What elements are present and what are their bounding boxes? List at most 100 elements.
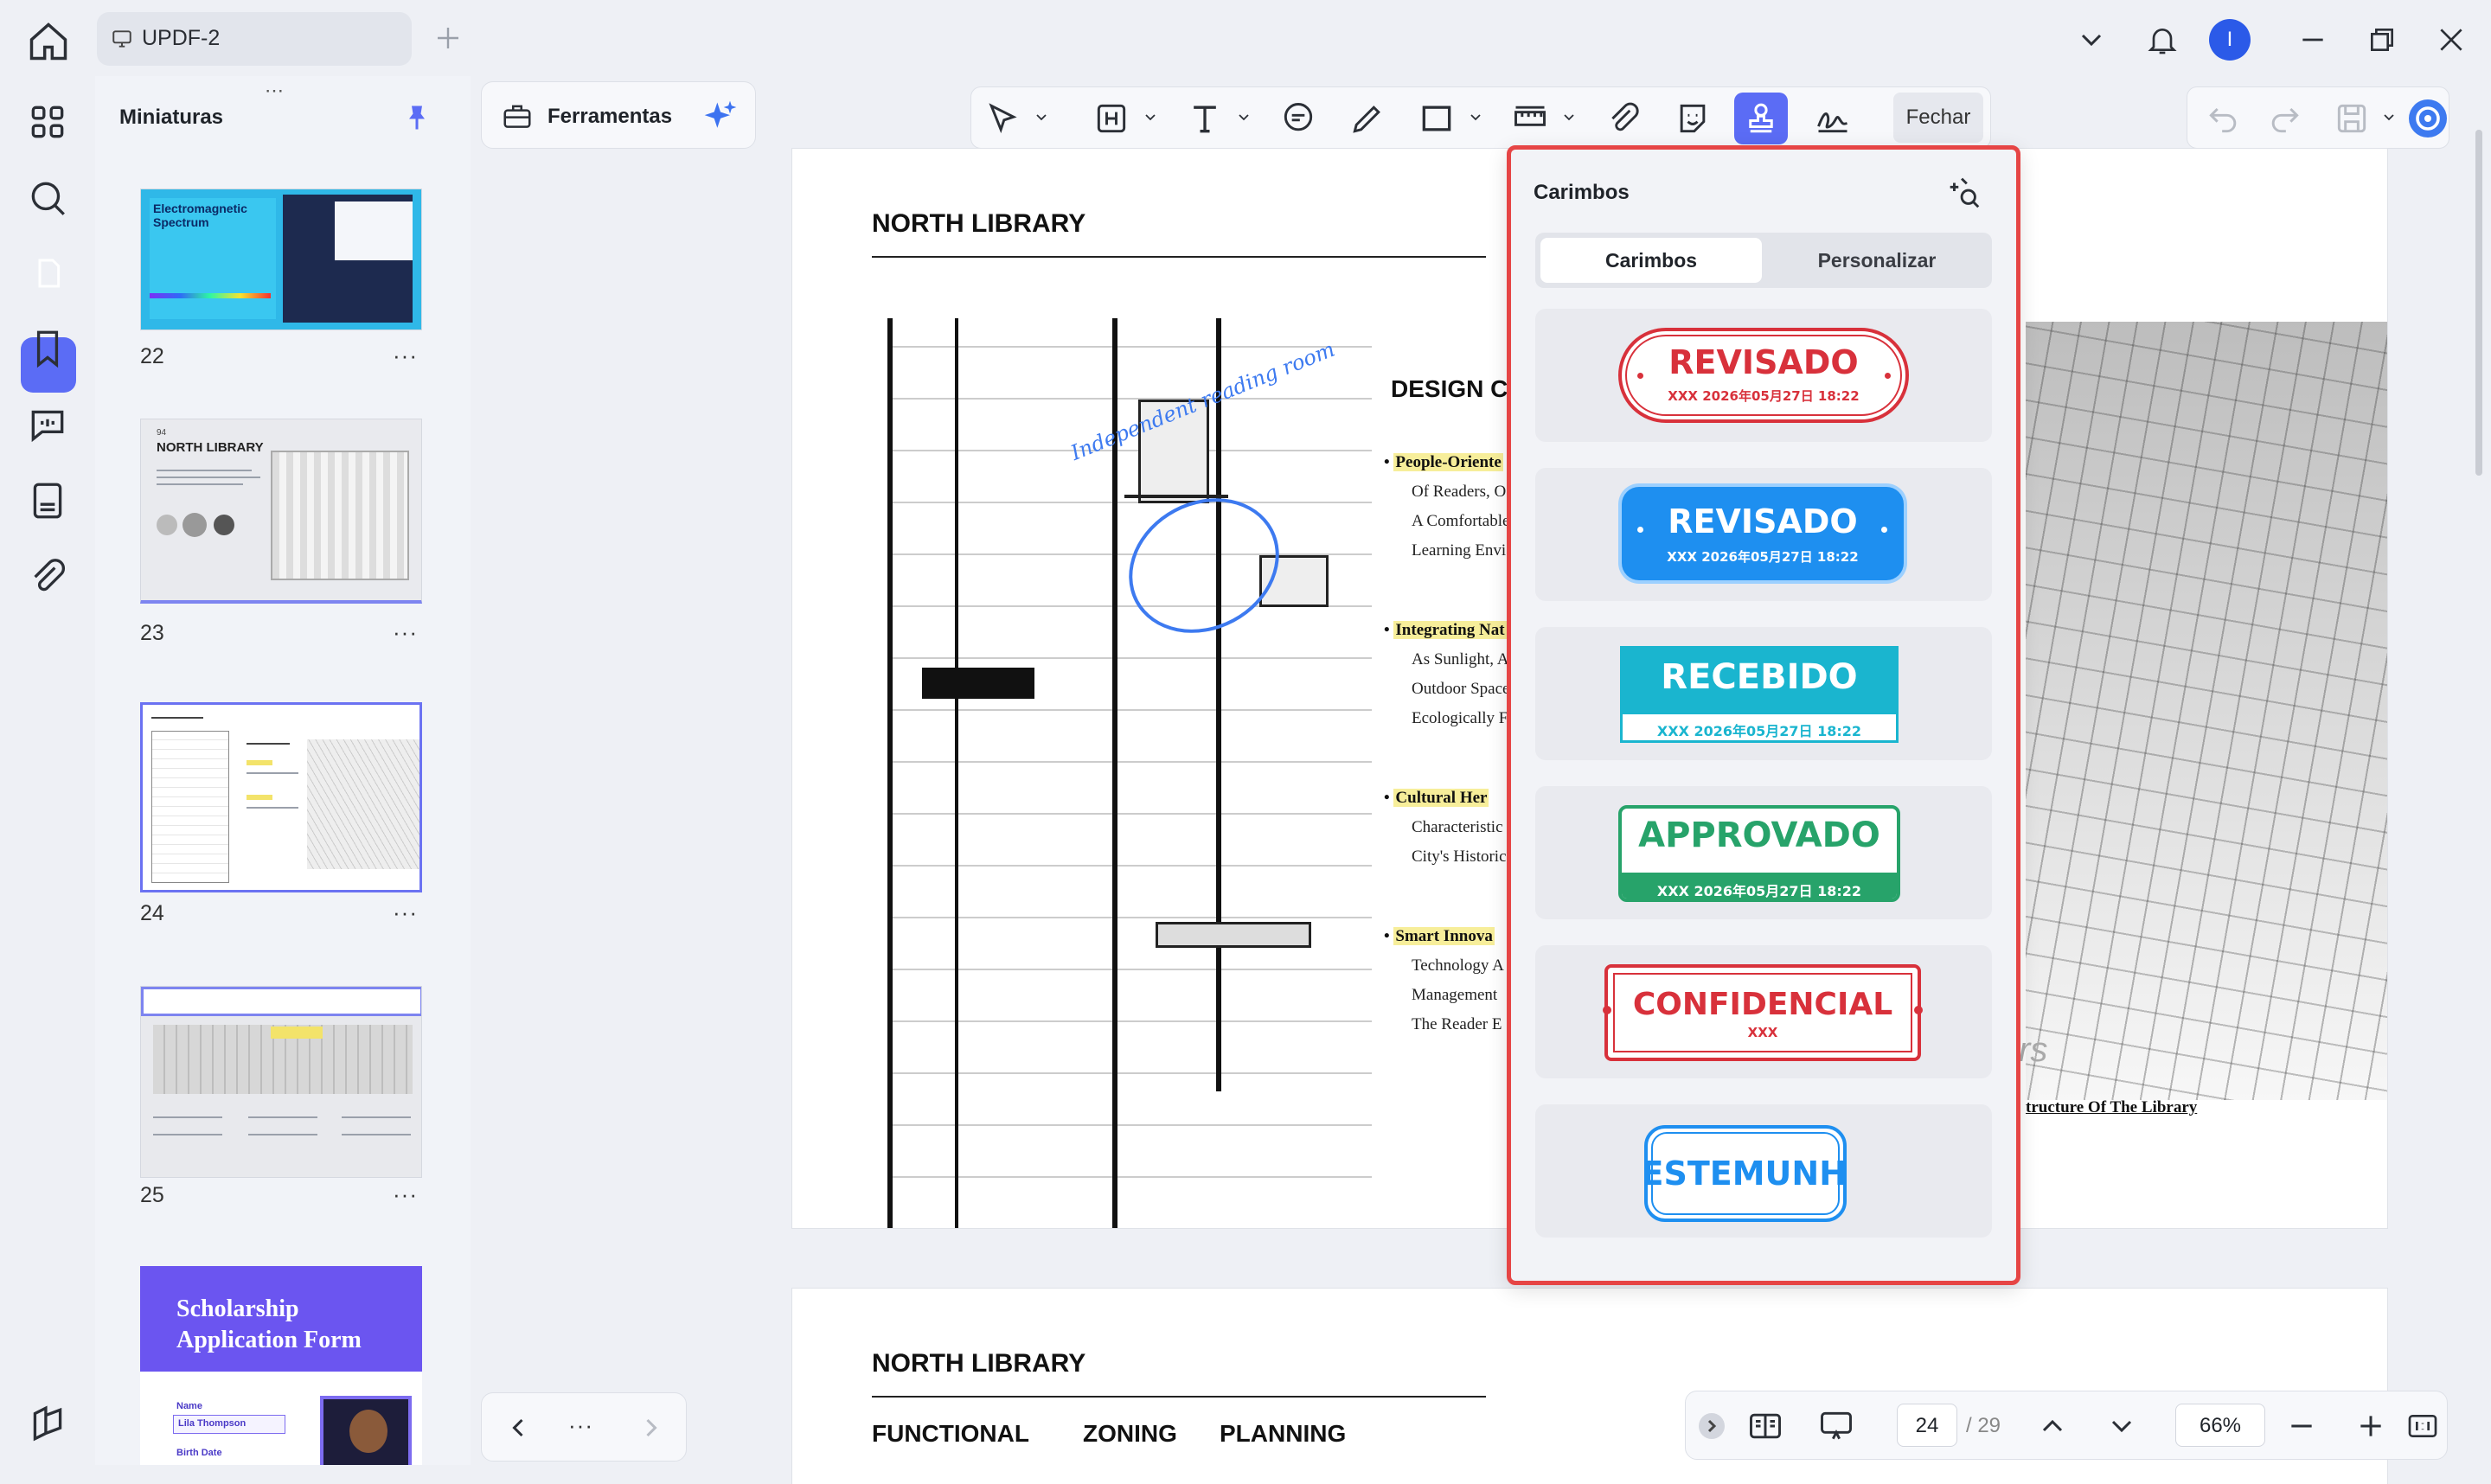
bullet-heading: • Smart Innova [1384,927,1495,945]
redo-icon[interactable] [2265,99,2303,138]
stamp-item-testemunha[interactable]: TESTEMUNHA [1535,1104,1992,1238]
pen-icon[interactable] [1348,99,1386,138]
ai-assistant-icon[interactable] [2407,98,2449,139]
comment-icon[interactable] [26,403,69,446]
panel-grip[interactable]: ⋯ [265,80,285,102]
stamp-item-revisado-blue[interactable]: REVISADO XXX 2026年05月27日 18:22 [1535,468,1992,601]
sparkle-icon[interactable] [701,98,740,136]
body-text: As Sunlight, A [1412,650,1509,668]
attachment-icon[interactable] [1604,99,1643,138]
stamp-item-confidencial[interactable]: CONFIDENCIAL XXX [1535,945,1992,1078]
thumbnail-page-24[interactable] [140,702,422,892]
document-tab-label: UPDF-2 [142,26,221,50]
page-more-button[interactable]: ··· [393,1181,418,1208]
more-button[interactable]: ··· [568,1412,593,1439]
search-icon[interactable] [26,176,69,220]
thumb-photo [320,1396,412,1465]
bell-icon[interactable] [2145,22,2180,57]
chevron-up-icon[interactable] [2035,1409,2070,1443]
attachment-icon[interactable] [26,555,69,598]
grid-icon[interactable] [26,100,69,144]
page-number: 22 [140,344,164,368]
document-tab[interactable]: UPDF-2 [97,12,412,66]
undo-icon[interactable] [2205,99,2243,138]
zoom-level[interactable]: 66% [2175,1404,2265,1447]
tools-label: Ferramentas [548,105,673,128]
stamp-item-approvado[interactable]: APPROVADO XXX 2026年05月27日 18:22 [1535,786,1992,919]
stamp-panel: Carimbos Carimbos Personalizar REVISADO … [1507,145,2020,1285]
stamp-sub: XXX 2026年05月27日 18:22 [1668,388,1860,404]
presentation-icon[interactable] [1817,1407,1855,1445]
thumb-field-label: Birth Date [176,1448,222,1458]
actual-size-icon[interactable] [2405,1409,2440,1443]
stamp-search-icon[interactable] [1943,172,1983,212]
select-arrow-icon[interactable] [983,99,1021,138]
chevron-left-icon[interactable] [503,1412,534,1443]
chevron-down-icon[interactable] [1470,113,1482,122]
vertical-scrollbar[interactable] [2475,130,2482,476]
chevron-down-icon[interactable] [1144,113,1156,122]
stamp-sub: XXX [1747,1025,1778,1040]
restore-icon[interactable] [2365,22,2399,57]
page-more-button[interactable]: ··· [393,899,418,926]
bookmark-icon[interactable] [26,327,69,370]
stamp-tabs: Carimbos Personalizar [1535,233,1992,288]
minimize-icon[interactable] [2296,22,2330,57]
page-more-button[interactable]: ··· [393,619,418,646]
tab-carimbos[interactable]: Carimbos [1540,238,1762,283]
collapse-icon[interactable] [1696,1410,1727,1442]
page-number: 23 [140,621,164,645]
counter [1156,922,1311,948]
highlight-icon[interactable] [1092,99,1130,138]
form-icon[interactable] [26,479,69,522]
tools-button[interactable]: Ferramentas [481,81,756,149]
page-icon[interactable] [31,256,66,291]
stamp-sub: XXX 2026年05月27日 18:22 [1656,723,1862,739]
page-nav-bar: ··· [481,1392,687,1462]
plus-icon[interactable] [432,22,464,54]
bullet-heading: • Integrating Nat [1384,621,1507,639]
zoom-in-icon[interactable] [2353,1409,2388,1443]
close-icon[interactable] [2434,22,2469,57]
rectangle-icon[interactable] [1418,99,1456,138]
chevron-down-icon[interactable] [2383,113,2395,122]
page-number: 24 [140,901,164,925]
tab-personalizar[interactable]: Personalizar [1767,238,1987,283]
stamp-item-recebido[interactable]: RECEBIDO XXX 2026年05月27日 18:22 [1535,627,1992,760]
chevron-down-icon[interactable] [1238,113,1250,122]
chevron-right-icon[interactable] [636,1412,667,1443]
thumbnail-page-22[interactable]: Electromagnetic Spectrum [140,189,422,330]
chevron-down-icon[interactable] [2104,1409,2139,1443]
thumbnail-page-26[interactable]: Scholarship Application Form Name Lila T… [140,1266,422,1465]
text-icon[interactable] [1186,99,1224,138]
thumbnail-page-23[interactable]: 94 NORTH LIBRARY [140,419,422,604]
measure-icon[interactable] [1511,99,1549,138]
home-icon[interactable] [26,19,71,64]
toolbox-icon [501,99,534,132]
body-text: Management [1412,986,1498,1004]
stamp-button[interactable] [1734,93,1788,144]
body-text: Outdoor Space [1412,680,1510,698]
body-text: Technology A [1412,956,1504,975]
chevron-down-icon[interactable] [2074,22,2109,57]
save-icon[interactable] [2333,99,2371,138]
zoom-bar: 24 / 29 66% [1685,1391,2448,1460]
zoom-out-icon[interactable] [2284,1409,2319,1443]
thumb-title: Scholarship [176,1295,299,1322]
comment-bubble-icon[interactable] [1279,99,1317,138]
stamp-label: CONFIDENCIAL [1632,987,1893,1022]
pin-icon[interactable] [401,102,432,133]
reading-mode-icon[interactable] [1746,1407,1784,1445]
signature-icon[interactable] [1814,99,1852,138]
chevron-down-icon[interactable] [1563,113,1575,122]
close-toolbar-button[interactable]: Fechar [1893,93,1983,143]
stamp-label: REVISADO [1668,502,1858,541]
page-number-input[interactable]: 24 [1897,1404,1957,1447]
user-avatar[interactable]: I [2209,19,2251,61]
sticker-icon[interactable] [1674,99,1712,138]
layers-icon[interactable] [26,1403,69,1446]
thumbnail-page-25[interactable] [140,986,422,1178]
page-more-button[interactable]: ··· [393,342,418,369]
chevron-down-icon[interactable] [1035,113,1047,122]
stamp-item-revisado-red[interactable]: REVISADO XXX 2026年05月27日 18:22 [1535,309,1992,442]
